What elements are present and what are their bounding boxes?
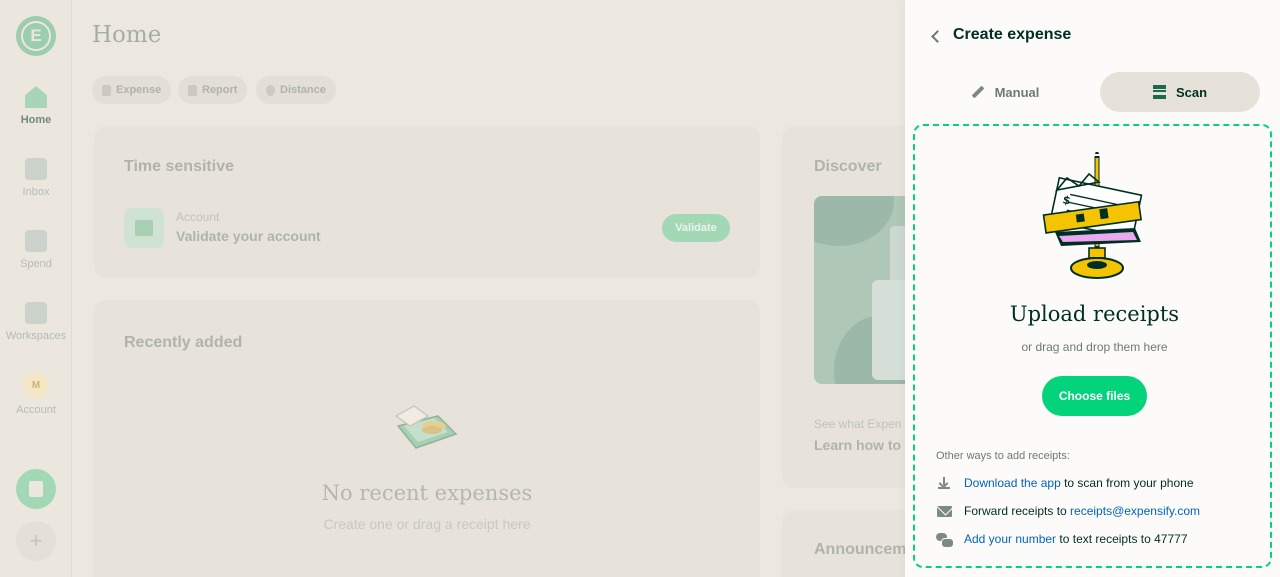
nav-item-label: Inbox [22, 186, 50, 198]
task-category: Account [176, 210, 220, 224]
task-title: Validate your account [176, 228, 321, 244]
building-icon [25, 302, 47, 324]
forward-text: Forward receipts to [964, 504, 1067, 518]
download-app-text: to scan from your phone [1064, 476, 1194, 490]
scan-icon [1152, 85, 1166, 99]
nav-item-label: Workspaces [5, 330, 67, 342]
text-receipts-row: Add your number to text receipts to 4777… [936, 532, 1188, 548]
logo-letter: E [21, 21, 51, 51]
chip-label: Report [202, 84, 238, 96]
announcements-title: Announcem [814, 541, 907, 558]
upload-subtitle: or drag and drop them here [1021, 340, 1168, 354]
nav-item-spend[interactable]: Spend [0, 230, 72, 270]
expensify-logo[interactable]: E [16, 16, 56, 56]
recently-added-title: Recently added [124, 334, 243, 351]
receipt-icon [25, 230, 47, 252]
tab-label: Manual [994, 84, 1040, 100]
report-icon [188, 84, 197, 96]
empty-receipts-illustration [394, 405, 458, 449]
time-sensitive-card [94, 126, 760, 278]
tab-label: Scan [1175, 84, 1208, 100]
text-receipts-text: to text receipts to 47777 [1059, 532, 1188, 546]
empty-state-title: No recent expenses [321, 481, 533, 505]
add-button[interactable]: + [16, 521, 56, 561]
receipt-icon [102, 84, 111, 96]
chat-bubbles-icon [936, 532, 954, 548]
discover-title: Discover [814, 158, 882, 175]
discover-link[interactable]: Learn how to [814, 437, 901, 453]
upload-title: Upload receipts [1009, 302, 1180, 326]
receipt-dropzone[interactable]: $ Upload receipts or drag and drop them … [913, 124, 1272, 568]
download-app-row: Download the app to scan from your phone [936, 476, 1194, 490]
location-pin-icon [266, 84, 275, 96]
quick-action-expense[interactable]: Expense [92, 76, 172, 104]
left-navigation: E Home Inbox Spend Workspaces M Account … [0, 0, 72, 577]
panel-title: Create expense [953, 26, 1072, 43]
quick-action-report[interactable]: Report [178, 76, 248, 104]
nav-item-label: Account [16, 404, 56, 416]
home-icon [25, 86, 47, 108]
pencil-icon [971, 85, 984, 99]
create-button[interactable] [16, 469, 56, 509]
back-button[interactable] [925, 26, 945, 46]
create-expense-panel: Create expense Manual Scan $ Upload rece… [905, 0, 1280, 577]
create-expense-icon [29, 481, 43, 497]
receipt-spike-illustration: $ [1042, 152, 1143, 279]
tab-manual[interactable]: Manual [925, 72, 1085, 112]
discover-image[interactable] [814, 196, 905, 384]
discover-teaser: See what Expen [814, 417, 902, 431]
time-sensitive-title: Time sensitive [124, 158, 234, 175]
nav-item-label: Home [20, 114, 52, 126]
tab-scan[interactable]: Scan [1100, 72, 1260, 112]
download-app-link[interactable]: Download the app [964, 476, 1061, 490]
page-title: Home [92, 22, 162, 48]
download-icon [936, 476, 952, 490]
empty-state-subtitle: Create one or drag a receipt here [323, 516, 531, 532]
nav-item-workspaces[interactable]: Workspaces [0, 302, 72, 342]
nav-item-inbox[interactable]: Inbox [0, 158, 72, 198]
nav-item-label: Spend [20, 258, 52, 270]
account-icon [124, 208, 164, 248]
avatar: M [23, 372, 49, 398]
inbox-icon [25, 158, 47, 180]
receipts-email-link[interactable]: receipts@expensify.com [1070, 504, 1200, 518]
add-number-link[interactable]: Add your number [964, 532, 1056, 546]
mail-icon [936, 504, 952, 518]
validate-button[interactable]: Validate [662, 214, 730, 242]
nav-item-home[interactable]: Home [0, 86, 72, 126]
chip-label: Expense [116, 84, 162, 96]
choose-files-button[interactable]: Choose files [1042, 376, 1147, 416]
plus-icon: + [29, 528, 43, 553]
other-ways-title: Other ways to add receipts: [936, 450, 1070, 462]
forward-receipts-row: Forward receipts to receipts@expensify.c… [936, 504, 1200, 518]
chevron-left-icon [930, 29, 944, 43]
quick-action-distance[interactable]: Distance [256, 76, 336, 104]
nav-item-account[interactable]: M Account [0, 372, 72, 416]
chip-label: Distance [280, 84, 326, 96]
